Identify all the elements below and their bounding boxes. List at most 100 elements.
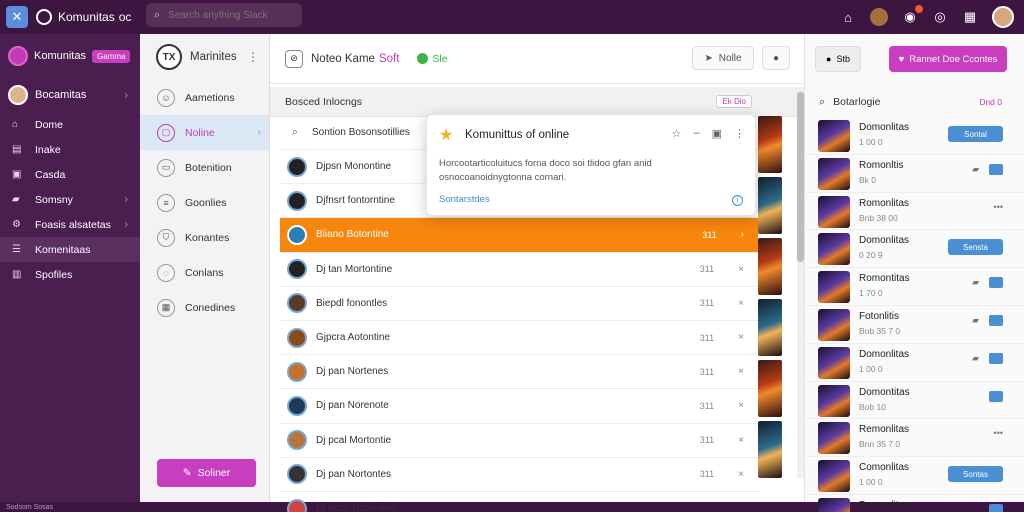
sidebar-item-folder[interactable]: ▰ Somsny ›	[0, 187, 140, 212]
community-item[interactable]: Domontitas Bob 10	[805, 382, 1024, 420]
list-item[interactable]: Dj tan Mortontine 311 ×	[280, 253, 758, 287]
sidebar-item-calendar[interactable]: ▣ Casda	[0, 162, 140, 187]
sidebar-item-inbox[interactable]: ▤ Inake	[0, 137, 140, 162]
list-item-selected[interactable]: Biiano Botontine 311 ›	[280, 218, 758, 253]
close-icon[interactable]: ×	[738, 264, 744, 275]
message-icon[interactable]	[989, 314, 1003, 326]
chat-options-button[interactable]: ●	[762, 46, 790, 70]
message-icon[interactable]	[989, 390, 1003, 402]
shield-icon: ⛉	[157, 228, 175, 247]
community-item[interactable]: Fotonlitis Bob 35 7 0 ▰	[805, 306, 1024, 344]
list-item[interactable]: Dj pcal Mortontie 311 ×	[280, 424, 758, 458]
folder-icon[interactable]: ▰	[972, 315, 979, 326]
close-icon[interactable]: ×	[738, 366, 744, 377]
sidebar-item-home[interactable]: ⌂ Dome	[0, 112, 140, 137]
help-icon[interactable]: ◎	[932, 9, 948, 25]
section-tag[interactable]: Ek Dio	[716, 95, 752, 108]
user-header[interactable]: Bocamitas ›	[0, 78, 140, 112]
minimize-icon[interactable]: –	[693, 127, 699, 140]
sidebar-item-settings[interactable]: ⚙ Foasis alsatetas ›	[0, 212, 140, 237]
search-bar[interactable]: ⌕	[146, 3, 302, 27]
scrollbar[interactable]	[797, 90, 804, 478]
note-button[interactable]: ➤ Nolle	[692, 46, 754, 70]
join-button[interactable]: Sontal	[948, 126, 1003, 142]
search-input[interactable]	[168, 9, 279, 21]
nav-item-inbox[interactable]: ▭ Botenition	[140, 150, 269, 185]
close-icon[interactable]: ×	[738, 469, 744, 480]
nav-item-online[interactable]: ▢ Noline ›	[140, 115, 269, 150]
close-icon[interactable]: ×	[738, 298, 744, 309]
close-icon[interactable]: ×	[738, 332, 744, 343]
avatar	[287, 156, 307, 177]
list-item[interactable]: Gjpcra Aotontine 311 ×	[280, 321, 758, 356]
calendar-icon[interactable]: ▣	[712, 127, 722, 140]
team-header[interactable]: Komunitas Gamma	[0, 34, 140, 78]
compose-button[interactable]: ✎ Soliner	[157, 459, 256, 487]
notifications-icon[interactable]: ◉	[902, 5, 923, 25]
folder-icon[interactable]: ▰	[972, 353, 979, 364]
message-icon[interactable]	[989, 163, 1003, 175]
join-button[interactable]: Sontas	[948, 466, 1003, 483]
avatar[interactable]	[992, 6, 1014, 28]
message-icon[interactable]	[989, 277, 1003, 289]
media-thumbnail[interactable]	[758, 421, 782, 478]
more-vertical-icon[interactable]: ⋮	[734, 127, 745, 140]
sidebar-item-label: Foasis alsatetas	[35, 218, 111, 231]
media-thumbnail[interactable]	[758, 299, 782, 356]
favorite-icon[interactable]: ☆	[672, 127, 682, 140]
nav-item-table[interactable]: ▦ Conedines	[140, 290, 269, 325]
brand-name: Komunitas	[58, 10, 115, 24]
list-item[interactable]: Dj pan Nortenes 311 ×	[280, 355, 758, 390]
folder-icon[interactable]: ▰	[972, 164, 979, 175]
community-item[interactable]: Domonlitas 0 20 9 Sensta	[805, 230, 1024, 269]
close-icon[interactable]: ×	[738, 400, 744, 411]
message-icon[interactable]	[989, 503, 1003, 512]
folder-icon[interactable]: ▰	[972, 277, 979, 288]
community-item[interactable]: Remonlitas Bnn 35 7 0 •••	[805, 419, 1024, 458]
section-header: Bosced Inlocngs Ek Dio	[270, 87, 804, 117]
sidebar-item-communities[interactable]: ☰ Komenitaas	[0, 237, 140, 262]
brand-logo-icon	[36, 9, 52, 25]
scrollbar-thumb[interactable]	[797, 92, 804, 262]
community-item[interactable]: Romonlitas Bnb 38 00 •••	[805, 193, 1024, 231]
brand-suffix: oc	[118, 10, 132, 24]
community-item[interactable]: Domonlitas 1 00 0 Sontal	[805, 117, 1024, 155]
create-button[interactable]: ♥ Rannet Doe Ccontes	[889, 46, 1007, 72]
nav-item-contacts[interactable]: ◌ Conlans	[140, 255, 269, 290]
community-title: Domonlitas	[859, 122, 910, 133]
popup-link[interactable]: Sontarstdes	[439, 194, 490, 205]
grid-icon[interactable]: ▦	[962, 9, 978, 25]
community-item[interactable]: Romontitas 1 70 0 ▰	[805, 268, 1024, 306]
list-item-count: 311	[699, 332, 715, 343]
list-item[interactable]: Dj pcon Ncrentine	[280, 492, 758, 512]
community-item[interactable]: Domonlitas	[805, 495, 1024, 512]
chevron-right-icon[interactable]: ›	[741, 229, 744, 240]
nav-item-list[interactable]: ≡ Goonlies	[140, 185, 269, 220]
right-section-tag[interactable]: Dnd 0	[979, 97, 1002, 107]
app-logo-icon[interactable]: ✕	[6, 6, 28, 28]
close-icon[interactable]: ×	[738, 435, 744, 446]
list-item-name: Dj pan Nortenes	[316, 366, 389, 378]
community-item[interactable]: Comonlitas 1 00 0 Sontas	[805, 457, 1024, 495]
media-thumbnail[interactable]	[758, 116, 782, 173]
nav-item-shield[interactable]: ⛉ Konantes	[140, 220, 269, 255]
more-horizontal-icon[interactable]: •••	[994, 428, 1003, 438]
list-item[interactable]: Dj pan Nortontes 311 ×	[280, 458, 758, 492]
community-item[interactable]: Romonltis Bk 0 ▰	[805, 155, 1024, 193]
media-thumbnail[interactable]	[758, 238, 782, 295]
list-item[interactable]: Biepdl fonontles 311 ×	[280, 287, 758, 321]
list-item[interactable]: Dj pan Norenote 311 ×	[280, 389, 758, 424]
more-vertical-icon[interactable]: ⋮	[247, 50, 259, 64]
media-thumbnail[interactable]	[758, 360, 782, 417]
home-icon[interactable]: ⌂	[840, 10, 856, 25]
message-icon[interactable]	[989, 352, 1003, 364]
user-status-button[interactable]: ● Stb	[815, 46, 861, 72]
community-item[interactable]: Domonlitas 1 00 0 ▰	[805, 344, 1024, 382]
profile-icon[interactable]	[870, 8, 888, 26]
more-horizontal-icon[interactable]: •••	[994, 202, 1003, 212]
nav-item-mentions[interactable]: ☺ Aametions	[140, 80, 269, 115]
media-thumbnail[interactable]	[758, 177, 782, 234]
info-icon[interactable]: i	[732, 195, 743, 206]
sidebar-item-files[interactable]: ▥ Spofiles	[0, 262, 140, 287]
join-button[interactable]: Sensta	[948, 239, 1003, 256]
